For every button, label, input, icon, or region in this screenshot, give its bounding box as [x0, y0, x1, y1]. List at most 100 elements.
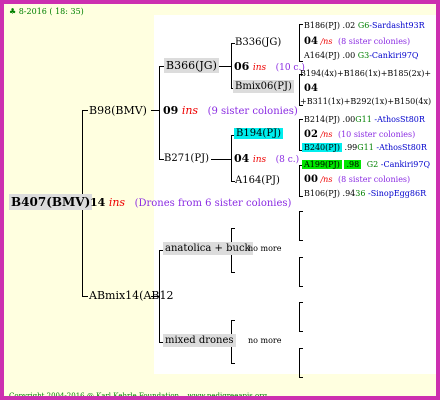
g4-row-1: 04 /ns (8 sister colonies): [304, 37, 410, 47]
g4-row-5: +B311(1x)+B292(1x)+B150(4x): [300, 98, 431, 106]
father-ins-word: ins: [181, 104, 199, 117]
band-mother: [154, 202, 436, 374]
fm-queen: B271(PJ): [164, 153, 209, 164]
mf-queen-name: anatolica + buck: [163, 242, 253, 255]
ff-queen-name: B366(JG): [164, 58, 219, 73]
bracket-1: [299, 24, 300, 62]
g4-row-11-code: 36: [355, 189, 366, 198]
g4-row-0: B186(PJ) .02 G6-Sardasht93R: [304, 22, 425, 30]
fmf-queen-name: B194(PJ): [234, 128, 283, 139]
g4-row-3-text: B194(4x)+B186(1x)+B185(2x)+: [300, 69, 432, 78]
bracket-4-bottom: [299, 196, 303, 197]
bracket-3: [299, 119, 300, 151]
fm-sisters-text: (8 c.): [275, 155, 300, 165]
g4-row-11-place: -SinopEgg86R: [368, 189, 427, 198]
father-sisters-text: (9 sister colonies): [207, 106, 298, 117]
footer: Copyright 2004-2016 @ Karl Kehrle Founda…: [9, 392, 268, 400]
bracket-7: [299, 302, 300, 332]
footer-url[interactable]: www.pedigreeapis.org: [188, 392, 268, 397]
root-ins-count: 14: [90, 196, 106, 209]
root-ins: 14 ins (Drones from 6 sister colonies): [90, 197, 291, 209]
g4-row-8: B240(PJ) .99G11 -AthosSt80R: [302, 143, 427, 152]
bracket-8-bottom: [299, 377, 303, 378]
g4-row-3: B194(4x)+B186(1x)+B185(2x)+: [300, 70, 431, 78]
g4-row-0-val: .02: [342, 21, 356, 30]
g4-row-8-val: .99: [344, 143, 358, 152]
g4-row-1-ins-word: /ns: [320, 37, 333, 46]
mf-queen: anatolica + buck: [163, 242, 253, 255]
footer-copyright: Copyright 2004-2016 @ Karl Kehrle Founda…: [9, 392, 182, 400]
bracket-4: [299, 165, 300, 197]
g4-row-10: 00 /ns (8 sister colonies): [304, 175, 410, 185]
father-ins: 09 ins (9 sister colonies): [163, 105, 298, 117]
bracket-3-top: [299, 119, 303, 120]
g4-row-11-val: .94: [342, 189, 356, 198]
g4-row-9-code: G2: [366, 160, 379, 169]
g4-row-9-val: .98: [344, 160, 362, 169]
g4-row-0-place: -Sardasht93R: [369, 21, 425, 30]
g4-row-8-name: B240(PJ): [302, 143, 342, 152]
g4-row-6-name: B214(PJ): [304, 115, 340, 124]
line-to-father: [82, 110, 88, 111]
fm-ins: 04 ins (8 c.): [234, 153, 299, 165]
mm-queen: mixed drones: [163, 334, 236, 347]
line-father-vert: [159, 66, 160, 160]
bracket-5-bottom: [299, 240, 303, 241]
line-mm-top: [231, 320, 235, 321]
mm-queen-name: mixed drones: [163, 334, 236, 347]
g4-row-0-code: G6: [357, 21, 370, 30]
father-queen: B98(BMV): [89, 105, 147, 116]
bracket-8-top: [299, 348, 303, 349]
g4-row-0-name: B186(PJ): [304, 21, 340, 30]
ff-ins: 06 ins (10 c.): [234, 61, 305, 73]
g4-row-2-name: A164(PJ): [304, 51, 340, 60]
fff-queen: B336(JG): [235, 37, 282, 48]
fmm-queen: A164(PJ): [235, 175, 280, 186]
ff-queen: B366(JG): [164, 58, 219, 73]
g4-row-10-ins: 00: [304, 174, 318, 185]
g4-row-8-place: -AthosSt80R: [376, 143, 427, 152]
root-drones-text: (Drones from 6 sister colonies): [134, 198, 292, 209]
root-queen: B407(BMV): [9, 194, 93, 210]
g4-row-6-val: .00: [342, 115, 356, 124]
g4-row-10-ins-word: /ns: [320, 175, 333, 184]
g4-row-2: A164(PJ) .00 G3-Cankiri97Q: [304, 52, 418, 60]
g4-row-8-code: G11: [357, 143, 374, 152]
father-ins-count: 09: [163, 104, 179, 117]
g4-row-11-name: B106(PJ): [304, 189, 340, 198]
g4-row-4-ins: 04: [304, 83, 318, 94]
ff-ins-word: ins: [252, 63, 267, 73]
g4-row-7-ins-word: /ns: [320, 130, 333, 139]
line-mm-bottom: [231, 363, 235, 364]
g4-row-9-name: A199(PJ): [302, 160, 342, 169]
g4-row-4: 04: [304, 84, 318, 94]
bracket-6: [299, 257, 300, 287]
mother-queen: ABmix14(AB12: [89, 290, 174, 301]
line-fm: [211, 159, 232, 160]
g4-row-2-val: .00: [342, 51, 356, 60]
ffm-queen-name: Bmix06(PJ): [233, 80, 294, 93]
g4-row-1-ins: 04: [304, 36, 318, 47]
fm-ins-word: ins: [252, 155, 267, 165]
bracket-7-top: [299, 302, 303, 303]
pedigree-frame: ♣ 8-2016 ( 18: 35) B407(BMV) 14 ins (Dro…: [0, 0, 440, 400]
line-mf-bottom: [231, 272, 235, 273]
bracket-1-top: [299, 24, 303, 25]
fmf-queen: B194(PJ): [234, 128, 283, 139]
g4-row-6: B214(PJ) .00G11 -AthosSt80R: [304, 116, 425, 124]
g4-row-7: 02 /ns (10 sister colonies): [304, 130, 415, 140]
header-date: ♣ 8-2016 ( 18: 35): [9, 7, 84, 16]
bracket-6-top: [299, 257, 303, 258]
g4-row-7-ins: 02: [304, 129, 318, 140]
g4-row-9: A199(PJ) .98 G2 -Cankiri97Q: [302, 160, 431, 169]
ff-ins-count: 06: [234, 60, 250, 73]
g4-row-1-text: (8 sister colonies): [337, 37, 411, 46]
g4-row-9-place: -Cankiri97Q: [380, 160, 431, 169]
line-fm-vert: [231, 135, 232, 181]
bracket-6-bottom: [299, 286, 303, 287]
mm-note: no more: [248, 336, 282, 345]
g4-row-5-text: +B311(1x)+B292(1x)+B150(4x): [300, 97, 432, 106]
bracket-5: [299, 211, 300, 241]
mf-note: no more: [248, 244, 282, 253]
mother-queen-name: ABmix14(AB12: [89, 289, 174, 302]
